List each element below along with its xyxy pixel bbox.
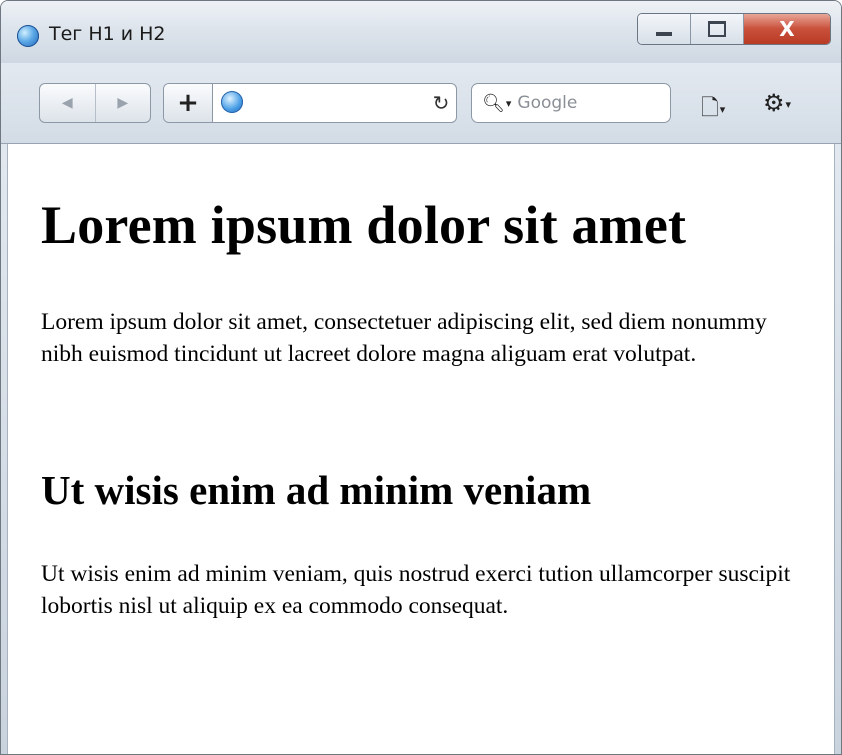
add-bookmark-button[interactable]: + xyxy=(164,84,213,122)
navigation-buttons: ◀ ▶ xyxy=(39,83,151,123)
chevron-down-icon: ▾ xyxy=(785,97,792,111)
browser-toolbar: ◀ ▶ + ↻ 🔍︎▾ Google 🗋▾ ⚙▾ xyxy=(1,63,841,144)
page-menu-button[interactable]: 🗋▾ xyxy=(701,91,725,129)
title-bar[interactable]: Тег H1 и H2 X xyxy=(1,1,841,63)
browser-window: Тег H1 и H2 X ◀ ▶ + ↻ 🔍︎▾ Google 🗋▾ ⚙▾ L… xyxy=(0,0,842,755)
paragraph-1: Lorem ipsum dolor sit amet, consectetuer… xyxy=(41,309,767,367)
reload-icon[interactable]: ↻ xyxy=(426,84,456,122)
page-heading-h1: Lorem ipsum dolor sit amet xyxy=(41,195,687,255)
close-button[interactable]: X xyxy=(744,14,830,44)
minimize-icon xyxy=(656,32,672,36)
window-title: Тег H1 и H2 xyxy=(49,23,166,45)
page-heading-h2: Ut wisis enim ad minim veniam xyxy=(41,467,592,513)
page-icon: 🗋 xyxy=(701,96,719,121)
close-icon: X xyxy=(779,17,795,41)
maximize-button[interactable] xyxy=(691,14,744,44)
search-input[interactable]: Google xyxy=(517,93,577,113)
back-button[interactable]: ◀ xyxy=(40,84,95,122)
address-bar: + ↻ xyxy=(163,83,457,123)
search-box[interactable]: 🔍︎▾ Google xyxy=(471,83,671,123)
minimize-button[interactable] xyxy=(638,14,691,44)
browser-app-icon xyxy=(17,25,39,47)
forward-button[interactable]: ▶ xyxy=(94,84,151,122)
search-icon[interactable]: 🔍︎▾ xyxy=(482,93,511,114)
page-content: Lorem ipsum dolor sit amet Lorem ipsum d… xyxy=(7,144,835,754)
tools-menu-button[interactable]: ⚙▾ xyxy=(763,89,791,117)
caption-buttons: X xyxy=(637,13,831,45)
back-arrow-icon: ◀ xyxy=(61,95,73,111)
maximize-icon xyxy=(708,21,726,37)
gear-icon: ⚙ xyxy=(763,89,785,117)
address-input[interactable] xyxy=(243,84,426,122)
forward-arrow-icon: ▶ xyxy=(117,95,129,111)
globe-icon xyxy=(221,91,243,113)
chevron-down-icon: ▾ xyxy=(719,102,726,116)
paragraph-2: Ut wisis enim ad minim veniam, quis nost… xyxy=(41,561,791,619)
